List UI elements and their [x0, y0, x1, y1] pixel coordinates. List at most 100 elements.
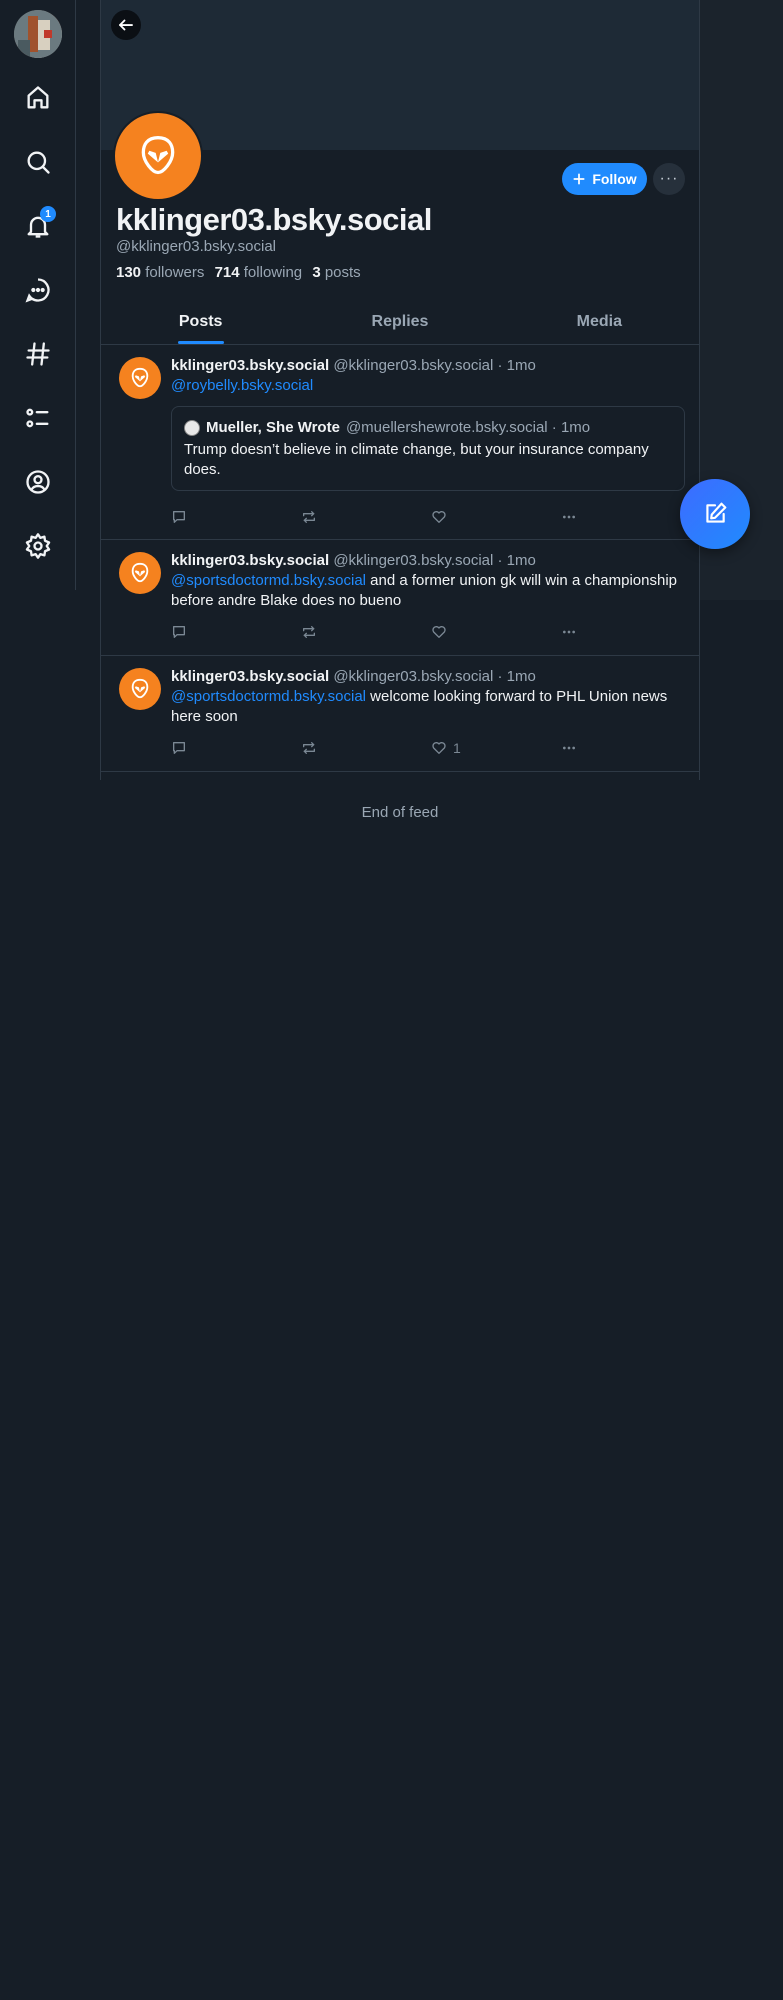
post-item[interactable]: kklinger03.bsky.social @kklinger03.bsky.…	[101, 656, 699, 772]
follow-button[interactable]: Follow	[562, 163, 647, 195]
follow-label: Follow	[592, 171, 637, 187]
post-item[interactable]: kklinger03.bsky.social @kklinger03.bsky.…	[101, 540, 699, 656]
repost-icon	[303, 626, 315, 638]
search-icon	[27, 151, 50, 174]
like-button[interactable]	[431, 622, 561, 642]
reply-button[interactable]	[171, 738, 301, 758]
tab-posts[interactable]: Posts	[101, 300, 300, 344]
post-mention[interactable]: @sportsdoctormd.bsky.social	[171, 572, 366, 589]
post-more-button[interactable]	[561, 622, 601, 642]
post-avatar[interactable]	[119, 668, 161, 710]
post-meta: @kklinger03.bsky.social · 1mo	[333, 552, 536, 569]
post-meta: @kklinger03.bsky.social · 1mo	[333, 357, 536, 374]
quote-text: Trump doesn’t believe in climate change,…	[184, 441, 649, 478]
tab-replies[interactable]: Replies	[300, 300, 499, 344]
like-button[interactable]	[431, 507, 561, 527]
nav-feeds[interactable]	[18, 334, 58, 374]
alien-icon	[131, 678, 149, 699]
post-actions	[171, 622, 611, 642]
nav-notifications[interactable]: 1	[18, 206, 58, 246]
alien-icon	[141, 136, 175, 175]
post-author[interactable]: kklinger03.bsky.social	[171, 357, 329, 374]
post-header: kklinger03.bsky.social @kklinger03.bsky.…	[171, 357, 685, 374]
post-actions: 1	[171, 738, 611, 758]
repost-button[interactable]	[301, 738, 431, 758]
like-count: 1	[453, 740, 461, 756]
posts-stat: 3 posts	[312, 264, 361, 281]
post-mention[interactable]: @sportsdoctormd.bsky.social	[171, 688, 366, 705]
post-more-button[interactable]	[561, 738, 601, 758]
repost-icon	[303, 742, 315, 754]
profile-more-button[interactable]: ···	[653, 163, 685, 195]
reply-icon	[173, 742, 185, 754]
reply-button[interactable]	[171, 622, 301, 642]
ellipsis-icon: ···	[659, 170, 679, 187]
avatar-photo	[14, 10, 62, 58]
ellipsis-icon	[563, 746, 575, 750]
nav-settings[interactable]	[18, 526, 58, 566]
compose-icon	[706, 502, 727, 523]
post-mention[interactable]: @roybelly.bsky.social	[171, 377, 313, 394]
profile-stats: 130 followers 714 following 3 posts	[116, 264, 361, 281]
like-button[interactable]: 1	[431, 738, 561, 758]
current-user-avatar[interactable]	[14, 10, 62, 58]
notification-badge: 1	[40, 206, 56, 222]
nav-chat[interactable]	[18, 270, 58, 310]
left-nav: 1	[0, 0, 76, 590]
post-avatar[interactable]	[119, 357, 161, 399]
profile-column: Follow ··· kklinger03.bsky.social @kklin…	[100, 0, 700, 821]
list-icon	[26, 408, 49, 428]
reply-button[interactable]	[171, 507, 301, 527]
alien-icon	[131, 367, 149, 388]
repost-icon	[303, 511, 315, 523]
heart-icon	[432, 742, 446, 754]
post-text: @sportsdoctormd.bsky.social welcome look…	[171, 687, 685, 727]
plus-icon	[573, 173, 585, 185]
post-more-button[interactable]	[561, 507, 601, 527]
profile-icon	[26, 470, 50, 494]
profile-display-name: kklinger03.bsky.social	[116, 202, 432, 237]
alien-icon	[131, 562, 149, 583]
reply-icon	[173, 626, 185, 638]
compose-button[interactable]	[680, 479, 750, 549]
post-item[interactable]: kklinger03.bsky.social @kklinger03.bsky.…	[101, 345, 699, 540]
post-actions	[171, 507, 611, 527]
profile-tabs: Posts Replies Media	[101, 300, 699, 345]
nav-profile[interactable]	[18, 462, 58, 502]
tab-media[interactable]: Media	[500, 300, 699, 344]
end-of-feed: End of feed	[361, 804, 439, 821]
quote-header: Mueller, She Wrote @muellershewrote.bsky…	[184, 419, 672, 436]
post-text: @sportsdoctormd.bsky.social and a former…	[171, 571, 685, 611]
nav-lists[interactable]	[18, 398, 58, 438]
ellipsis-icon	[563, 515, 575, 519]
heart-icon	[432, 511, 446, 523]
reply-icon	[173, 511, 185, 523]
post-avatar[interactable]	[119, 552, 161, 594]
nav-home[interactable]	[18, 78, 58, 118]
quote-avatar	[184, 419, 200, 436]
ellipsis-icon	[563, 630, 575, 634]
repost-button[interactable]	[301, 507, 431, 527]
chat-icon	[25, 278, 50, 303]
profile-handle: @kklinger03.bsky.social	[116, 238, 277, 255]
gear-icon	[25, 533, 51, 559]
home-icon	[27, 86, 49, 109]
post-header: kklinger03.bsky.social @kklinger03.bsky.…	[171, 552, 685, 569]
post-author[interactable]: kklinger03.bsky.social	[171, 552, 329, 569]
back-button[interactable]	[111, 10, 141, 40]
quote-author: Mueller, She Wrote	[206, 419, 340, 436]
post-text: @roybelly.bsky.social	[171, 376, 685, 396]
quote-meta: @muellershewrote.bsky.social · 1mo	[345, 419, 591, 436]
post-author[interactable]: kklinger03.bsky.social	[171, 668, 329, 685]
quote-post[interactable]: Mueller, She Wrote @muellershewrote.bsky…	[171, 406, 685, 491]
followers-stat[interactable]: 130 followers	[116, 264, 210, 281]
profile-avatar[interactable]	[113, 111, 203, 201]
post-header: kklinger03.bsky.social @kklinger03.bsky.…	[171, 668, 685, 685]
hashtag-icon	[26, 342, 50, 366]
following-stat[interactable]: 714 following	[215, 264, 309, 281]
heart-icon	[432, 626, 446, 638]
post-meta: @kklinger03.bsky.social · 1mo	[333, 668, 536, 685]
repost-button[interactable]	[301, 622, 431, 642]
arrow-left-icon	[119, 19, 133, 31]
nav-search[interactable]	[18, 142, 58, 182]
